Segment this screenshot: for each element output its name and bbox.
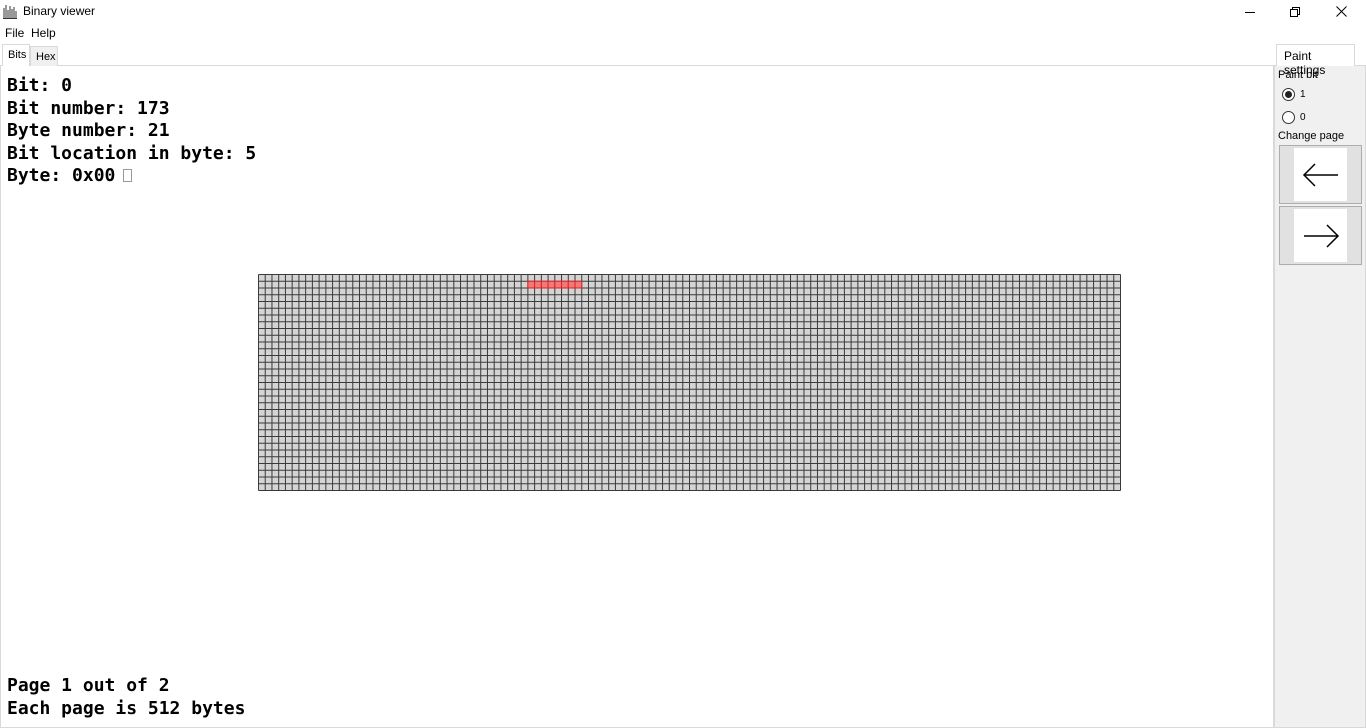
page-info: Page 1 out of 2 Each page is 512 bytes <box>7 675 245 720</box>
bit-grid[interactable] <box>258 274 1121 491</box>
byte-number: Byte number: 21 <box>7 120 170 141</box>
restore-icon <box>1290 6 1300 17</box>
highlighted-bit-cell[interactable] <box>567 280 576 289</box>
app-icon <box>3 5 17 19</box>
title-bar: Binary viewer <box>0 0 1366 23</box>
highlighted-bit-cell[interactable] <box>534 280 542 289</box>
restore-button[interactable] <box>1272 0 1318 23</box>
radio-1[interactable] <box>1282 88 1295 101</box>
arrow-left-icon <box>1302 162 1338 187</box>
next-page-button[interactable] <box>1279 206 1362 265</box>
tab-bits[interactable]: Bits <box>2 44 30 66</box>
bit-value: Bit: 0 <box>7 75 73 96</box>
change-page-label: Change page <box>1278 130 1345 142</box>
close-icon <box>1335 6 1347 17</box>
paint-settings-panel: Paint bit 1 0 Change page <box>1274 65 1366 728</box>
minimize-button[interactable] <box>1227 0 1273 23</box>
paint-bit-0-option[interactable]: 0 <box>1282 111 1306 124</box>
highlighted-bit-cell[interactable] <box>574 280 583 289</box>
menu-bar: File Help <box>0 23 1366 42</box>
radio-1-label: 1 <box>1300 89 1306 100</box>
radio-0[interactable] <box>1282 111 1295 124</box>
arrow-right-icon <box>1303 223 1339 248</box>
byte-line: Byte: 0x00 <box>7 165 256 188</box>
highlighted-bit-cell[interactable] <box>561 280 569 289</box>
previous-page-button[interactable] <box>1279 145 1362 204</box>
minimize-icon <box>1245 11 1255 13</box>
close-button[interactable] <box>1318 0 1364 23</box>
highlighted-bit-cell[interactable] <box>547 280 556 289</box>
bit-number: Bit number: 173 <box>7 97 170 119</box>
window-title: Binary viewer <box>23 4 96 18</box>
menu-file[interactable]: File <box>5 26 24 40</box>
tab-hex[interactable]: Hex <box>30 46 58 66</box>
byte-char-box <box>123 169 133 182</box>
tab-paint-settings[interactable]: Paint settings <box>1276 44 1355 77</box>
highlighted-bit-cell[interactable] <box>554 280 563 289</box>
bit-info: Bit: 0 Bit number: 173 Byte number: 21 Bit … <box>7 75 256 188</box>
menu-help[interactable]: Help <box>31 26 56 40</box>
highlighted-bit-cell[interactable] <box>540 280 549 289</box>
paint-tabs: Paint bit 1 0 Change page Paint settings <box>1274 42 1366 728</box>
bit-location: Bit location in byte: 5 <box>7 142 257 164</box>
highlighted-bit-cell[interactable] <box>527 280 536 289</box>
radio-0-label: 0 <box>1300 112 1306 123</box>
page-indicator: Page 1 out of 2 <box>7 675 170 696</box>
bits-tab-page: Bit: 0 Bit number: 173 Byte number: 21 Bit … <box>0 65 1274 728</box>
byte-value: Byte: 0x00 <box>7 165 116 186</box>
page-size: Each page is 512 bytes <box>7 697 246 719</box>
view-tabs: Bit: 0 Bit number: 173 Byte number: 21 Bit … <box>0 42 1274 728</box>
paint-bit-1-option[interactable]: 1 <box>1282 88 1306 101</box>
